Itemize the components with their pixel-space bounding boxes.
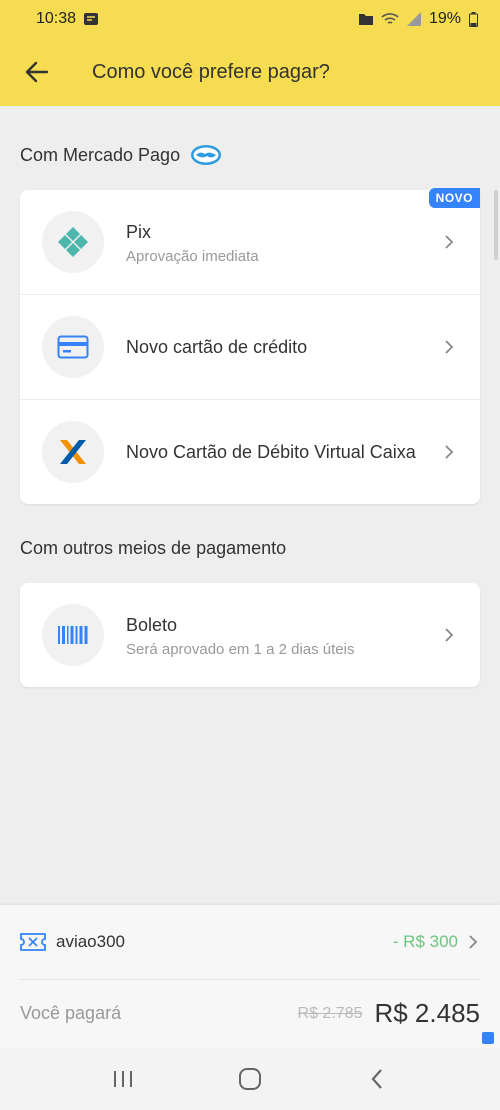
original-price: R$ 2.785 bbox=[297, 1004, 363, 1022]
total-row: Você pagará R$ 2.785 R$ 2.485 bbox=[20, 979, 480, 1048]
arrow-left-icon bbox=[25, 61, 49, 83]
signal-icon bbox=[406, 12, 421, 26]
notification-icon bbox=[84, 13, 99, 25]
mercado-pago-methods-card: NOVO Pix Aprovação imediata Novo cartão … bbox=[20, 188, 480, 504]
section-title-text: Com outros meios de pagamento bbox=[20, 538, 287, 558]
option-title: Boleto bbox=[126, 614, 178, 635]
payment-option-caixa-debit[interactable]: Novo Cartão de Débito Virtual Caixa bbox=[20, 400, 480, 504]
option-subtitle: Será aprovado em 1 a 2 dias úteis bbox=[126, 640, 355, 658]
pix-icon bbox=[58, 227, 88, 257]
recent-apps-button[interactable] bbox=[103, 1059, 143, 1099]
app-bar: Como você prefere pagar? bbox=[0, 38, 500, 106]
option-subtitle: Aprovação imediata bbox=[126, 247, 259, 265]
scrollbar[interactable] bbox=[494, 190, 498, 260]
system-back-button[interactable] bbox=[357, 1059, 397, 1099]
home-button[interactable] bbox=[230, 1059, 270, 1099]
option-title: Novo cartão de crédito bbox=[126, 337, 308, 357]
coupon-discount: - R$ 300 bbox=[392, 932, 458, 951]
back-button[interactable] bbox=[20, 55, 54, 89]
barcode-icon bbox=[58, 626, 88, 644]
battery-icon bbox=[469, 11, 478, 27]
folder-icon bbox=[358, 14, 373, 25]
credit-card-icon bbox=[57, 335, 89, 359]
payment-option-boleto[interactable]: Boleto Será aprovado em 1 a 2 dias úteis bbox=[20, 583, 480, 687]
section-title-other-methods: Com outros meios de pagamento bbox=[20, 538, 286, 559]
payment-option-credit-card[interactable]: Novo cartão de crédito bbox=[20, 295, 480, 400]
section-title-mercado-pago: Com Mercado Pago bbox=[20, 144, 222, 166]
coupon-row[interactable]: aviao300 - R$ 300 bbox=[20, 905, 480, 980]
coupon-code: aviao300 bbox=[56, 932, 126, 951]
battery-percent: 19% bbox=[428, 10, 461, 27]
status-time: 10:38 bbox=[36, 10, 77, 27]
other-methods-card: Boleto Será aprovado em 1 a 2 dias úteis bbox=[20, 583, 480, 687]
payment-summary-panel: aviao300 - R$ 300 Você pagará R$ 2.785 R… bbox=[0, 905, 500, 1048]
final-price: R$ 2.485 bbox=[374, 998, 480, 1028]
back-chevron-icon bbox=[371, 1069, 382, 1089]
wifi-icon bbox=[381, 13, 399, 24]
home-icon bbox=[238, 1068, 261, 1090]
section-title-text: Com Mercado Pago bbox=[20, 144, 181, 165]
coupon-icon bbox=[20, 933, 46, 951]
recent-apps-icon bbox=[114, 1071, 133, 1087]
payment-option-pix[interactable]: Pix Aprovação imediata bbox=[20, 190, 480, 295]
chevron-right-icon bbox=[445, 235, 454, 249]
option-title: Pix bbox=[126, 221, 152, 242]
system-navigation-bar bbox=[0, 1048, 500, 1110]
info-marker-icon bbox=[482, 1032, 494, 1044]
option-title: Novo Cartão de Débito Virtual Caixa bbox=[126, 442, 416, 462]
chevron-right-icon bbox=[445, 445, 454, 459]
chevron-right-icon bbox=[445, 628, 454, 642]
mercado-pago-logo-icon bbox=[191, 145, 222, 165]
total-label: Você pagará bbox=[20, 1003, 122, 1023]
status-bar: 10:38 19% bbox=[0, 0, 500, 38]
chevron-right-icon bbox=[445, 340, 454, 354]
page-title: Como você prefere pagar? bbox=[92, 60, 330, 83]
caixa-icon bbox=[60, 440, 86, 464]
chevron-right-icon bbox=[469, 935, 478, 949]
